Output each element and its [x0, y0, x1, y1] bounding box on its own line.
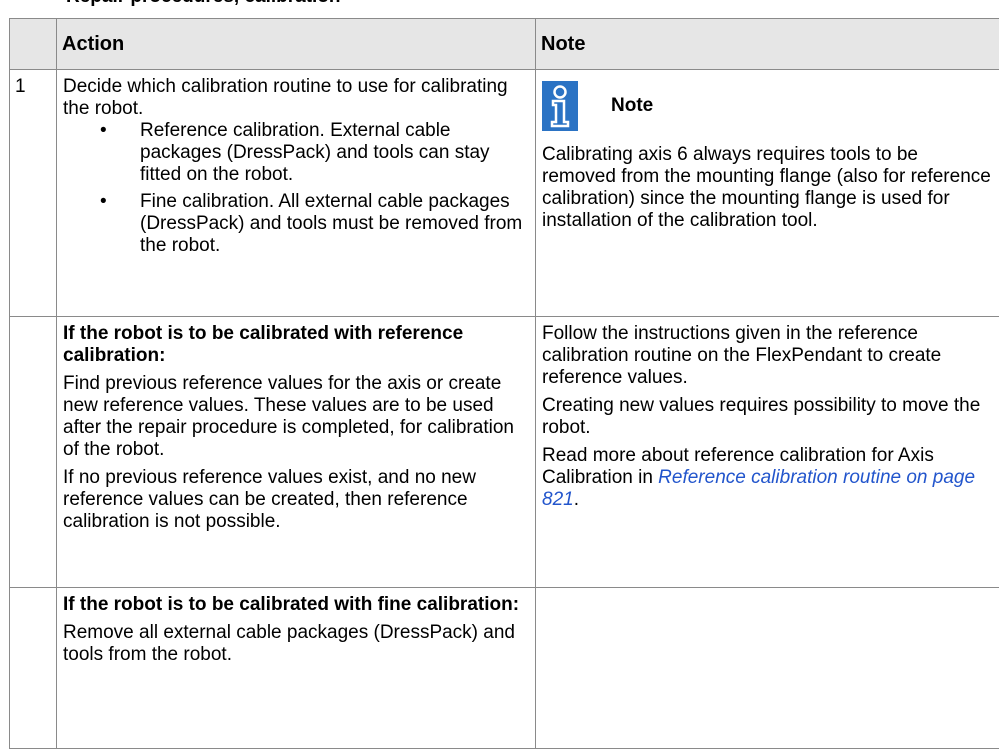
section-heading: Repair procedures, calibration	[66, 0, 341, 8]
note-title: Note	[611, 95, 653, 117]
table-header-row: Action Note	[10, 19, 999, 70]
action-paragraph: If no previous reference values exist, a…	[63, 467, 529, 533]
list-item: • Reference calibration. External cable …	[100, 120, 529, 186]
step-number-cell	[10, 317, 57, 588]
note-text: .	[574, 489, 579, 510]
action-intro: Decide which calibration routine to use …	[63, 76, 529, 120]
note-paragraph: Creating new values requires possibility…	[542, 395, 993, 439]
step-number-cell: 1	[10, 70, 57, 317]
list-item-text: Fine calibration. All external cable pac…	[140, 191, 522, 256]
step-number	[10, 317, 56, 323]
note-paragraph: Follow the instructions given in the ref…	[542, 323, 993, 389]
action-cell: If the robot is to be calibrated with re…	[57, 317, 536, 588]
action-paragraph: Remove all external cable packages (Dres…	[63, 622, 529, 666]
note-empty	[536, 588, 999, 602]
info-icon	[542, 81, 578, 131]
action-cell: Decide which calibration routine to use …	[57, 70, 536, 317]
action-paragraph: Find previous reference values for the a…	[63, 373, 529, 461]
bullet-symbol: •	[100, 120, 107, 142]
action-heading: If the robot is to be calibrated with re…	[63, 323, 529, 367]
list-item-text: Reference calibration. External cable pa…	[140, 120, 490, 185]
column-header-note: Note	[536, 19, 999, 70]
list-item: • Fine calibration. All external cable p…	[100, 191, 529, 257]
note-header: Note	[542, 76, 999, 136]
procedure-table: Action Note 1 Decide which calibration r…	[9, 18, 999, 749]
step-number: 1	[10, 70, 56, 98]
note-cell	[536, 588, 999, 749]
column-header-action: Action	[57, 19, 536, 70]
column-header-number	[10, 19, 57, 70]
step-number	[10, 588, 56, 594]
table-row: If the robot is to be calibrated with fi…	[10, 588, 999, 749]
note-paragraph: Read more about reference calibration fo…	[542, 445, 993, 511]
step-number-cell	[10, 588, 57, 749]
calibration-options-list: • Reference calibration. External cable …	[63, 120, 529, 257]
note-cell: Follow the instructions given in the ref…	[536, 317, 999, 588]
bullet-symbol: •	[100, 191, 107, 213]
note-text: Calibrating axis 6 always requires tools…	[542, 144, 993, 232]
action-cell: If the robot is to be calibrated with fi…	[57, 588, 536, 749]
note-cell: Note Calibrating axis 6 always requires …	[536, 70, 999, 317]
table-row: 1 Decide which calibration routine to us…	[10, 70, 999, 317]
action-heading: If the robot is to be calibrated with fi…	[63, 594, 529, 616]
table-row: If the robot is to be calibrated with re…	[10, 317, 999, 588]
